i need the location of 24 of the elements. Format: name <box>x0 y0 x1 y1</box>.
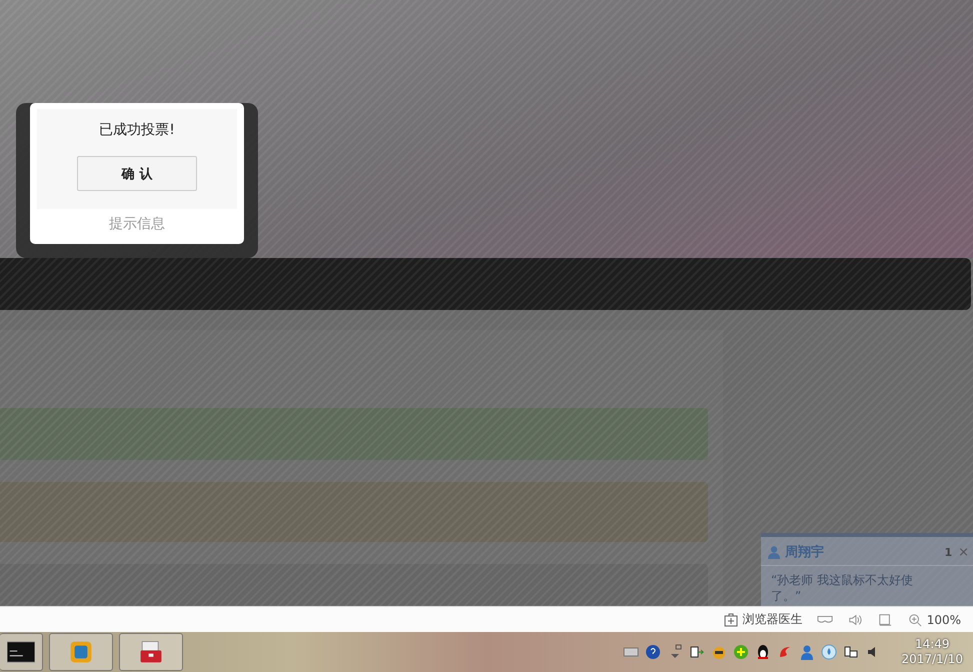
taskbar-button[interactable] <box>119 633 183 672</box>
dialog-message: 已成功投票! <box>99 121 175 139</box>
network-icon[interactable] <box>843 644 860 660</box>
taskbar-button[interactable] <box>0 633 43 672</box>
zoom-icon[interactable] <box>906 612 923 627</box>
sync-icon[interactable] <box>689 644 706 660</box>
dialog-caption: 提示信息 <box>109 215 165 233</box>
message-count: 1 <box>944 546 952 558</box>
message-text: “孙老师 我这鼠标不太好使了。” <box>770 572 914 604</box>
terminal-icon <box>7 640 35 664</box>
user-icon <box>767 545 781 559</box>
clock-date: 2017/1/10 <box>901 652 963 668</box>
clock-time: 14:49 <box>914 637 950 652</box>
window-icon[interactable] <box>876 612 893 627</box>
sender-name: 周翔宇 <box>785 544 824 561</box>
zoom-level[interactable]: 100% <box>926 612 961 627</box>
browser-doctor-link[interactable]: 浏览器医生 <box>742 611 803 628</box>
droplet-icon[interactable] <box>821 644 838 660</box>
user-icon[interactable] <box>799 644 816 660</box>
plus-icon[interactable] <box>733 644 750 660</box>
help-icon[interactable] <box>645 644 662 660</box>
confirm-button[interactable]: 确 认 <box>77 156 197 191</box>
speaker-icon[interactable] <box>846 612 863 627</box>
first-aid-icon[interactable] <box>722 612 739 627</box>
